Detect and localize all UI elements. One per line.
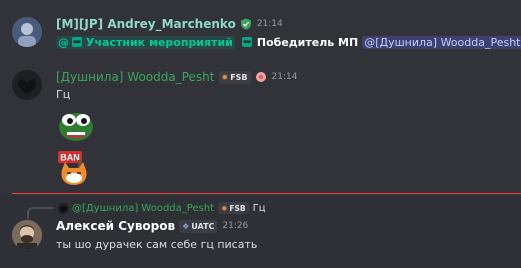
reply-preview-text[interactable]: Гц <box>253 203 266 214</box>
reply-server-tag: ✹ FSB <box>218 202 249 214</box>
reply-avatar-icon <box>58 202 69 214</box>
avatar[interactable] <box>12 220 42 250</box>
message-2: [Душнила] Woodda_Pesht ✹ FSB 21:14 Гц BA… <box>0 58 521 190</box>
ban-cat-emoji[interactable]: BAN <box>56 148 96 188</box>
message-3: @[Душнила] Woodda_Pesht ✹ FSB Гц Алексей… <box>0 196 521 268</box>
message-text: ты шо дурачек сам себе гц писать <box>56 237 258 251</box>
shield-icon <box>240 18 251 30</box>
avatar-image <box>12 17 42 47</box>
svg-text:BAN: BAN <box>60 153 80 163</box>
reply-spine <box>27 207 53 219</box>
diamond-icon: ❖ <box>182 221 190 231</box>
avatar-image <box>12 70 42 100</box>
ninja-icon <box>241 37 252 47</box>
avatar[interactable] <box>12 70 42 100</box>
message-text: Гц <box>56 87 71 101</box>
pepe-emoji[interactable] <box>56 107 96 143</box>
message-1: [M][JP] Andrey_Marchenko 21:14 @ Участни… <box>0 0 521 58</box>
fire-icon: ✹ <box>221 203 228 213</box>
author-name[interactable]: Алексей Суворов <box>56 219 175 233</box>
server-tag-label: FSB <box>230 72 248 82</box>
badge-icon <box>255 72 266 82</box>
fire-icon: ✹ <box>221 72 229 82</box>
server-tag[interactable]: ✹ FSB <box>218 70 251 84</box>
author-name[interactable]: [M][JP] Andrey_Marchenko <box>56 17 236 31</box>
author-name[interactable]: [Душнила] Woodda_Pesht <box>56 70 215 84</box>
role-label: Участник мероприятий <box>86 35 233 49</box>
server-tag[interactable]: ❖ UATC <box>179 219 218 233</box>
ninja-icon <box>72 37 82 47</box>
timestamp: 21:14 <box>256 19 283 29</box>
timestamp: 21:26 <box>222 221 249 231</box>
reply-author[interactable]: @[Душнила] Woodda_Pesht <box>72 203 214 214</box>
new-messages-divider <box>12 193 521 194</box>
role-winner[interactable]: Победитель МП <box>257 36 358 49</box>
server-tag-label: UATC <box>191 221 215 231</box>
role-mention-participant[interactable]: @ Участник мероприятий <box>56 35 235 49</box>
avatar[interactable] <box>12 17 42 47</box>
avatar-image <box>12 220 42 250</box>
user-mention[interactable]: @[Душнила] Woodda_Pesht <box>362 35 521 49</box>
reply-server-tag-label: FSB <box>229 203 246 213</box>
timestamp: 21:14 <box>271 72 298 82</box>
